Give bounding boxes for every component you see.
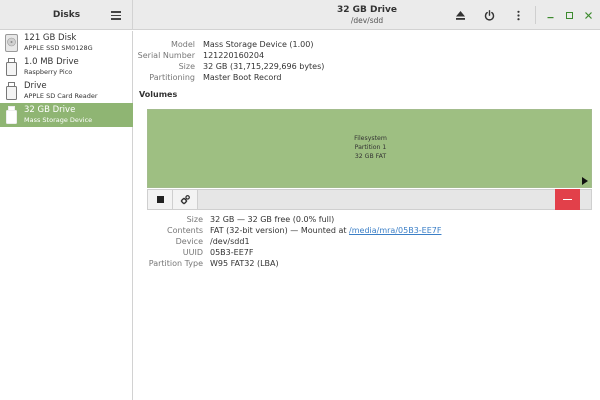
contents-label: Contents [167,226,203,235]
usb-drive-icon [6,106,17,124]
drive-list-item[interactable]: 121 GB Disk APPLE SSD SM0128G [0,31,133,55]
partition-size-label: Size [186,215,203,224]
partition-type-row: Partition Type W95 FAT32 (LBA) [134,258,600,269]
model-label: Model [170,40,195,49]
partition-name-text: Partition 1 [354,144,387,151]
minimize-icon [547,16,553,18]
drive-name: Drive [24,81,47,91]
disk-icon [5,34,18,52]
power-off-button[interactable] [479,5,499,25]
sidebar-header: Disks [0,0,133,30]
device-value: /dev/sdd1 [210,237,250,246]
drive-details: Model Mass Storage Device (1.00) Serial … [134,31,600,400]
drive-name: 121 GB Disk [24,33,77,43]
drive-options-button[interactable] [508,5,528,25]
uuid-row: UUID 05B3-EE7F [134,247,600,258]
uuid-label: UUID [182,248,203,257]
close-button[interactable] [578,5,598,25]
size-value: 32 GB (31,715,229,696 bytes) [203,62,325,71]
device-row: Device /dev/sdd1 [134,236,600,247]
menu-icon[interactable] [110,9,122,21]
drive-list-item[interactable]: Drive APPLE SD Card Reader [0,79,133,103]
serial-value: 121220160204 [203,51,265,60]
partition-type-label: Partition Type [148,259,203,268]
header-bar: Disks 32 GB Drive /dev/sdd [0,0,600,30]
header-center: 32 GB Drive /dev/sdd [134,0,600,30]
model-value: Mass Storage Device (1.00) [203,40,314,49]
minimize-button[interactable] [540,5,560,25]
disks-window: Disks 32 GB Drive /dev/sdd 121 GB Disk A… [0,0,600,400]
drive-list-item[interactable]: 1.0 MB Drive Raspberry Pico [0,55,133,79]
partition-size-text: 32 GB FAT [354,153,387,160]
serial-row: Serial Number 121220160204 [134,50,600,61]
drive-list-item-selected[interactable]: 32 GB Drive Mass Storage Device [0,103,133,127]
eject-button[interactable] [450,5,470,25]
drive-model: APPLE SSD SM0128G [24,44,93,52]
partition-size-value: 32 GB — 32 GB free (0.0% full) [210,215,335,224]
contents-text: FAT (32-bit version) — Mounted at [210,226,350,235]
more-vertical-icon [516,10,520,20]
partition-block[interactable]: Filesystem Partition 1 32 GB FAT [147,109,592,188]
drive-list: 121 GB Disk APPLE SSD SM0128G 1.0 MB Dri… [0,31,133,400]
power-icon [484,9,494,20]
partition-type-value: W95 FAT32 (LBA) [210,259,279,268]
maximize-icon [565,11,573,19]
serial-label: Serial Number [137,51,195,60]
unmount-button[interactable] [148,190,173,209]
gears-icon [180,195,190,205]
header-separator [535,6,536,24]
eject-icon [455,10,465,20]
delete-partition-button[interactable] [555,189,580,210]
drive-model: APPLE SD Card Reader [24,92,98,100]
minus-icon [563,198,572,201]
close-icon [584,11,592,19]
partitioning-row: Partitioning Master Boot Record [134,72,600,83]
drive-model: Raspberry Pico [24,68,73,76]
drive-name: 32 GB Drive [24,105,76,115]
size-row: Size 32 GB (31,715,229,696 bytes) [134,61,600,72]
drive-name: 1.0 MB Drive [24,57,79,67]
partition-options-button[interactable] [173,190,198,209]
usb-drive-icon [6,58,17,76]
usb-drive-icon [6,82,17,100]
partitioning-label: Partitioning [149,73,195,82]
size-label: Size [178,62,195,71]
play-arrow-icon [582,177,588,185]
model-row: Model Mass Storage Device (1.00) [134,39,600,50]
drive-model: Mass Storage Device [24,116,93,124]
volume-toolbar [147,189,592,210]
volumes-heading: Volumes [139,90,178,99]
maximize-button[interactable] [559,5,579,25]
drive-title: 32 GB Drive [336,5,397,15]
partition-size-row: Size 32 GB — 32 GB free (0.0% full) [134,214,600,225]
partitioning-value: Master Boot Record [203,73,282,82]
contents-value: FAT (32-bit version) — Mounted at /media… [210,225,441,236]
drive-subtitle: /dev/sdd [350,16,384,25]
uuid-value: 05B3-EE7F [210,248,254,257]
stop-icon [156,196,164,203]
device-label: Device [175,237,203,246]
contents-row: Contents FAT (32-bit version) — Mounted … [134,225,600,236]
mount-point-link[interactable]: /media/mra/05B3-EE7F [349,226,441,235]
partition-type-text: Filesystem [354,135,387,142]
